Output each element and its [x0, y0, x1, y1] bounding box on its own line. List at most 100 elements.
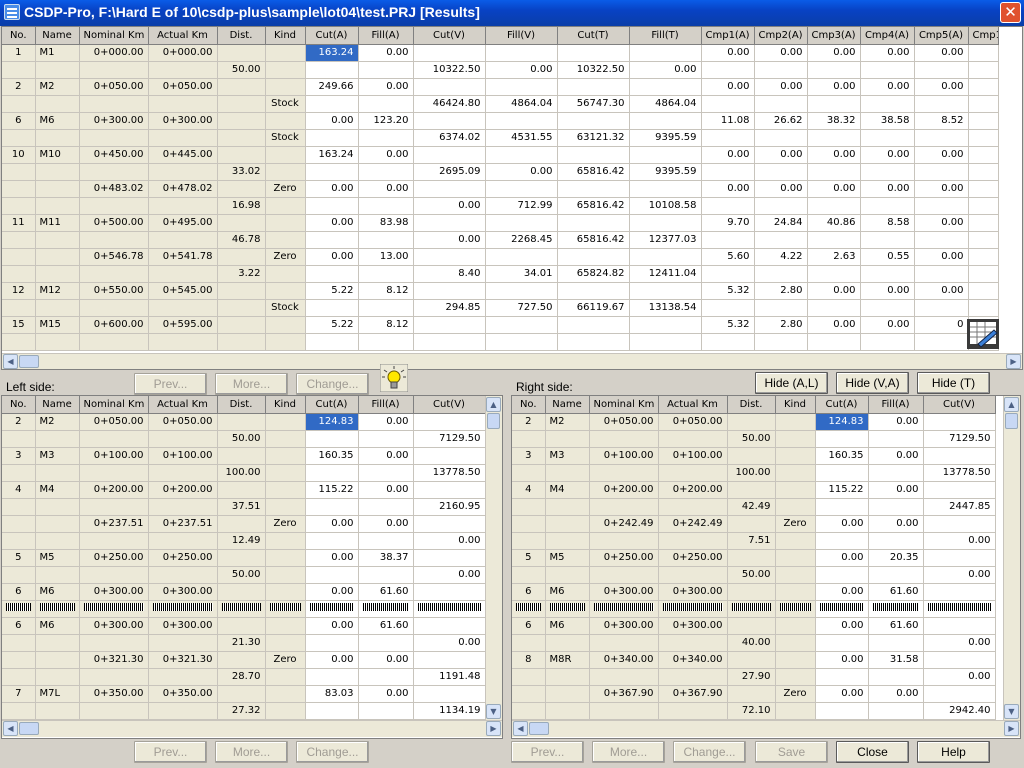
table-cell[interactable]: 0+300.00 — [589, 583, 659, 601]
table-cell[interactable]: 0.00 — [358, 651, 414, 669]
table-cell[interactable]: 0+500.00 — [79, 214, 149, 232]
table-row[interactable]: 0+483.02 0+478.02 Zero 0.00 0.00 0.00 0.00 0.00… — [2, 180, 999, 198]
table-cell[interactable]: 38.32 — [807, 112, 861, 130]
table-cell[interactable] — [35, 702, 80, 720]
table-cell[interactable] — [305, 430, 359, 448]
table-cell[interactable] — [968, 112, 999, 130]
scroll-right-icon[interactable]: ▶ — [1006, 354, 1021, 369]
table-row[interactable]: 1 M1 0+000.00 0+000.00 163.24 0.00 0.00 0.00 0.0… — [2, 44, 999, 62]
table-cell[interactable] — [557, 180, 630, 198]
column-header-dist[interactable]: Dist. — [217, 396, 266, 414]
table-cell[interactable] — [545, 464, 590, 482]
table-cell[interactable] — [305, 702, 359, 720]
table-cell[interactable] — [629, 78, 702, 96]
table-cell[interactable] — [35, 333, 80, 351]
table-cell[interactable] — [868, 634, 924, 652]
table-cell[interactable]: Zero — [775, 515, 816, 533]
table-cell[interactable] — [148, 532, 218, 550]
table-cell[interactable]: 72.10 — [727, 702, 776, 720]
table-cell[interactable]: 16.98 — [217, 197, 266, 215]
column-header-kind[interactable]: Kind — [775, 396, 816, 414]
table-cell[interactable] — [79, 265, 149, 283]
table-cell[interactable] — [305, 163, 359, 181]
table-cell[interactable]: 0+250.00 — [148, 549, 218, 567]
table-cell[interactable] — [868, 566, 924, 584]
column-header-nominal-km[interactable]: Nominal Km — [589, 396, 659, 414]
table-row[interactable]: 6 M6 0+300.00 0+300.00 0.00 61.60 — [2, 583, 486, 601]
table-cell[interactable] — [2, 668, 36, 686]
table-cell[interactable] — [305, 333, 359, 351]
table-cell[interactable] — [79, 163, 149, 181]
table-cell[interactable]: 7 — [2, 685, 36, 703]
table-cell[interactable]: 0.00 — [914, 146, 969, 164]
table-cell[interactable] — [217, 583, 266, 601]
table-cell[interactable] — [413, 617, 486, 635]
table-row[interactable]: 12.49 0.00 — [2, 532, 486, 550]
table-cell[interactable]: 2.80 — [754, 282, 808, 300]
table-row[interactable]: 33.02 2695.09 0.00 65816.42 9395.59 — [2, 163, 999, 181]
table-cell[interactable] — [358, 61, 414, 79]
table-cell[interactable]: 123.20 — [358, 112, 414, 130]
scroll-up-icon[interactable]: ▲ — [486, 397, 501, 412]
table-cell[interactable] — [413, 413, 486, 431]
table-cell[interactable] — [658, 566, 728, 584]
table-cell[interactable]: 9395.59 — [629, 163, 702, 181]
table-cell[interactable]: 31.58 — [868, 651, 924, 669]
table-cell[interactable] — [217, 146, 266, 164]
table-cell[interactable]: M12 — [35, 282, 80, 300]
table-row[interactable]: 6 M6 0+300.00 0+300.00 0.00 61.60 — [512, 617, 996, 635]
table-cell[interactable]: 4 — [512, 481, 546, 499]
scroll-left-icon[interactable]: ◀ — [3, 721, 18, 736]
column-header-cut-v[interactable]: Cut(V) — [923, 396, 996, 414]
table-cell[interactable]: 8.40 — [413, 265, 486, 283]
table-cell[interactable] — [35, 430, 80, 448]
table-cell[interactable] — [217, 180, 266, 198]
table-cell[interactable] — [2, 532, 36, 550]
table-cell[interactable]: 0.00 — [860, 44, 915, 62]
table-cell[interactable]: 0+050.00 — [148, 78, 218, 96]
table-cell[interactable]: 0.00 — [754, 146, 808, 164]
table-cell[interactable]: 0+545.00 — [148, 282, 218, 300]
column-header-cmp4-a[interactable]: Cmp4(A) — [860, 27, 915, 45]
table-cell[interactable] — [923, 685, 996, 703]
table-cell[interactable] — [413, 316, 486, 334]
table-cell[interactable] — [35, 180, 80, 198]
separator-cell[interactable] — [815, 600, 869, 618]
table-cell[interactable] — [217, 333, 266, 351]
table-cell[interactable]: 0.00 — [413, 532, 486, 550]
table-cell[interactable] — [512, 464, 546, 482]
table-cell[interactable]: 0+350.00 — [79, 685, 149, 703]
table-cell[interactable]: 0+483.02 — [79, 180, 149, 198]
table-cell[interactable]: 0.00 — [807, 78, 861, 96]
table-cell[interactable]: 0.00 — [923, 532, 996, 550]
table-cell[interactable] — [701, 163, 755, 181]
table-cell[interactable] — [79, 299, 149, 317]
table-cell[interactable] — [413, 78, 486, 96]
table-cell[interactable] — [815, 634, 869, 652]
table-cell[interactable]: 0.00 — [754, 78, 808, 96]
table-cell[interactable]: 1 — [2, 44, 36, 62]
table-cell[interactable]: 2268.45 — [485, 231, 558, 249]
separator-cell[interactable] — [2, 600, 36, 618]
table-cell[interactable]: 0.00 — [754, 180, 808, 198]
table-cell[interactable]: 12377.03 — [629, 231, 702, 249]
table-cell[interactable] — [860, 265, 915, 283]
table-cell[interactable] — [754, 129, 808, 147]
table-cell[interactable] — [658, 430, 728, 448]
column-header-name[interactable]: Name — [35, 396, 80, 414]
table-cell[interactable]: 6 — [2, 583, 36, 601]
table-cell[interactable]: 163.24 — [305, 44, 359, 62]
table-cell[interactable]: 0.00 — [860, 180, 915, 198]
table-cell[interactable] — [35, 464, 80, 482]
table-cell[interactable] — [807, 129, 861, 147]
column-header-cut-v[interactable]: Cut(V) — [413, 396, 486, 414]
column-header-fill-a[interactable]: Fill(A) — [358, 27, 414, 45]
table-cell[interactable] — [265, 197, 306, 215]
table-cell[interactable]: 0+300.00 — [658, 583, 728, 601]
table-cell[interactable]: 0.00 — [413, 634, 486, 652]
table-cell[interactable] — [148, 498, 218, 516]
separator-cell[interactable] — [545, 600, 590, 618]
table-cell[interactable]: 7129.50 — [413, 430, 486, 448]
table-cell[interactable] — [265, 583, 306, 601]
table-cell[interactable]: M7L — [35, 685, 80, 703]
